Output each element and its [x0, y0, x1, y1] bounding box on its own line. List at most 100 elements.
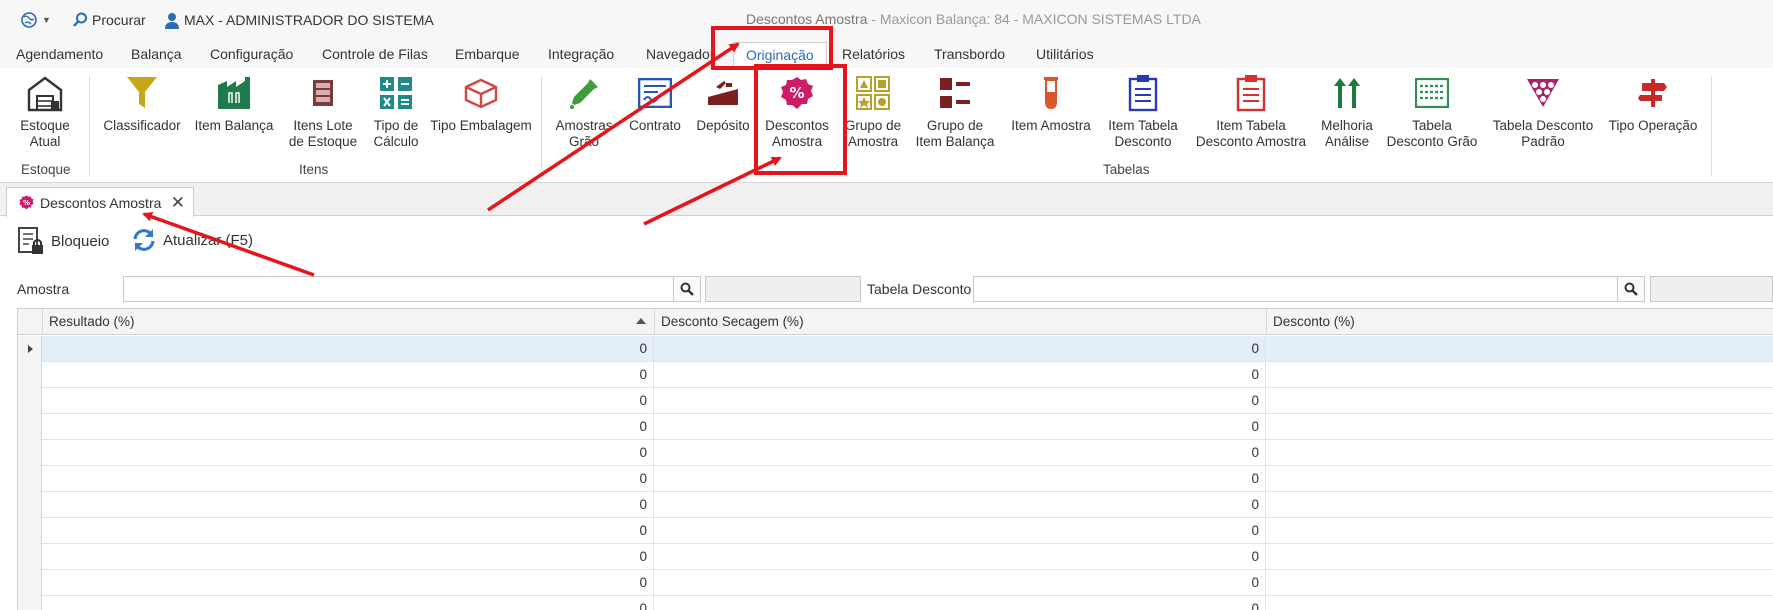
tabela-desconto-search-button[interactable] [1617, 276, 1645, 302]
table-row[interactable]: 00 [18, 362, 1773, 388]
atualizar-button[interactable]: Atualizar (F5) [131, 227, 253, 253]
table-row[interactable]: 00 [18, 388, 1773, 414]
table-cell[interactable] [1266, 362, 1773, 388]
table-row[interactable]: 00 [18, 414, 1773, 440]
table-cell[interactable]: 0 [42, 492, 654, 518]
table-cell[interactable] [1266, 414, 1773, 440]
table-cell[interactable]: 0 [654, 466, 1266, 492]
table-cell[interactable]: 0 [42, 596, 654, 610]
item-tabela-desconto-button[interactable]: Item Tabela Desconto [1102, 72, 1184, 150]
tab-relatorios[interactable]: Relatórios [842, 46, 905, 62]
tab-controle-de-filas[interactable]: Controle de Filas [322, 46, 428, 62]
item-balanca-button[interactable]: Item Balança [192, 72, 276, 134]
table-cell[interactable]: 0 [42, 466, 654, 492]
table-cell[interactable]: 0 [42, 570, 654, 596]
table-cell[interactable]: 0 [42, 336, 654, 362]
tab-navegador[interactable]: Navegador [646, 46, 715, 62]
row-indicator[interactable] [18, 362, 42, 388]
table-row[interactable]: 00 [18, 518, 1773, 544]
table-cell[interactable]: 0 [654, 414, 1266, 440]
user-button[interactable]: MAX - ADMINISTRADOR DO SISTEMA [164, 10, 434, 30]
row-indicator[interactable] [18, 544, 42, 570]
table-row[interactable]: 00 [18, 492, 1773, 518]
row-indicator[interactable] [18, 388, 42, 414]
table-row[interactable]: 00 [18, 544, 1773, 570]
table-cell[interactable]: 0 [654, 518, 1266, 544]
table-row[interactable]: 00 [18, 336, 1773, 362]
grupo-amostra-button[interactable]: Grupo de Amostra [840, 72, 906, 150]
melhoria-analise-button[interactable]: Melhoria Análise [1318, 72, 1376, 150]
row-indicator[interactable] [18, 440, 42, 466]
amostra-search-button[interactable] [673, 276, 701, 302]
table-cell[interactable] [1266, 466, 1773, 492]
tab-configuracao[interactable]: Configuração [210, 46, 293, 62]
itens-lote-button[interactable]: Itens Lote de Estoque [287, 72, 359, 150]
table-row[interactable]: 00 [18, 440, 1773, 466]
row-indicator[interactable] [18, 570, 42, 596]
item-tabela-desconto-amostra-button[interactable]: Item Tabela Desconto Amostra [1190, 72, 1312, 150]
tab-originacao[interactable]: Originação [733, 42, 827, 69]
tab-utilitarios[interactable]: Utilitários [1036, 46, 1094, 62]
table-cell[interactable] [1266, 518, 1773, 544]
table-cell[interactable] [1266, 388, 1773, 414]
table-cell[interactable]: 0 [654, 440, 1266, 466]
tabela-desconto-input[interactable] [973, 276, 1618, 302]
column-desconto[interactable]: Desconto (%) [1266, 309, 1773, 335]
tipo-operacao-button[interactable]: Tipo Operação [1604, 72, 1702, 134]
table-cell[interactable]: 0 [654, 388, 1266, 414]
column-resultado[interactable]: Resultado (%) [42, 309, 654, 335]
table-cell[interactable]: 0 [654, 336, 1266, 362]
row-indicator[interactable] [18, 492, 42, 518]
search-button[interactable]: Procurar [72, 10, 146, 30]
table-row[interactable]: 00 [18, 466, 1773, 492]
row-indicator[interactable] [18, 336, 42, 362]
tab-embarque[interactable]: Embarque [455, 46, 520, 62]
row-indicator[interactable] [18, 518, 42, 544]
tab-transbordo[interactable]: Transbordo [934, 46, 1005, 62]
table-cell[interactable] [1266, 492, 1773, 518]
doc-tab-descontos-amostra[interactable]: % Descontos Amostra ✕ [6, 187, 194, 217]
item-amostra-button[interactable]: Item Amostra [1006, 72, 1096, 134]
tab-agendamento[interactable]: Agendamento [16, 46, 103, 62]
table-cell[interactable]: 0 [654, 544, 1266, 570]
tipo-embalagem-button[interactable]: Tipo Embalagem [430, 72, 532, 134]
tab-balanca[interactable]: Balança [131, 46, 182, 62]
table-cell[interactable]: 0 [42, 440, 654, 466]
table-cell[interactable] [1266, 596, 1773, 610]
tab-integracao[interactable]: Integração [548, 46, 614, 62]
table-cell[interactable]: 0 [654, 570, 1266, 596]
bloqueio-button[interactable]: Bloqueio [17, 227, 109, 255]
descontos-amostra-button[interactable]: % Descontos Amostra [760, 72, 834, 150]
grupo-item-balanca-button[interactable]: Grupo de Item Balança [912, 72, 998, 150]
row-indicator[interactable] [18, 414, 42, 440]
table-cell[interactable] [1266, 544, 1773, 570]
table-cell[interactable]: 0 [654, 596, 1266, 610]
deposito-button[interactable]: Depósito [692, 72, 754, 134]
amostras-grao-button[interactable]: Amostras Grão [550, 72, 618, 150]
table-cell[interactable]: 0 [42, 388, 654, 414]
user-icon [165, 12, 179, 29]
table-cell[interactable]: 0 [42, 544, 654, 570]
table-cell[interactable]: 0 [42, 362, 654, 388]
app-menu-button[interactable]: ▼ [20, 10, 51, 30]
amostra-input[interactable] [123, 276, 674, 302]
table-cell[interactable]: 0 [654, 362, 1266, 388]
table-cell[interactable] [1266, 570, 1773, 596]
classificador-button[interactable]: Classificador [102, 72, 182, 134]
close-icon[interactable]: ✕ [171, 193, 185, 213]
table-cell[interactable] [1266, 440, 1773, 466]
table-cell[interactable]: 0 [42, 518, 654, 544]
tipo-calculo-button[interactable]: Tipo de Cálculo [368, 72, 424, 150]
table-row[interactable]: 00 [18, 596, 1773, 610]
tabela-desconto-padrao-button[interactable]: Tabela Desconto Padrão [1488, 72, 1598, 150]
table-cell[interactable]: 0 [654, 492, 1266, 518]
contrato-button[interactable]: Contrato [624, 72, 686, 134]
tabela-desconto-grao-button[interactable]: Tabela Desconto Grão [1384, 72, 1480, 150]
estoque-atual-button[interactable]: Estoque Atual [14, 72, 76, 150]
row-indicator[interactable] [18, 596, 42, 610]
table-row[interactable]: 00 [18, 570, 1773, 596]
row-indicator[interactable] [18, 466, 42, 492]
column-desconto-secagem[interactable]: Desconto Secagem (%) [654, 309, 1266, 335]
table-cell[interactable] [1266, 336, 1773, 362]
table-cell[interactable]: 0 [42, 414, 654, 440]
